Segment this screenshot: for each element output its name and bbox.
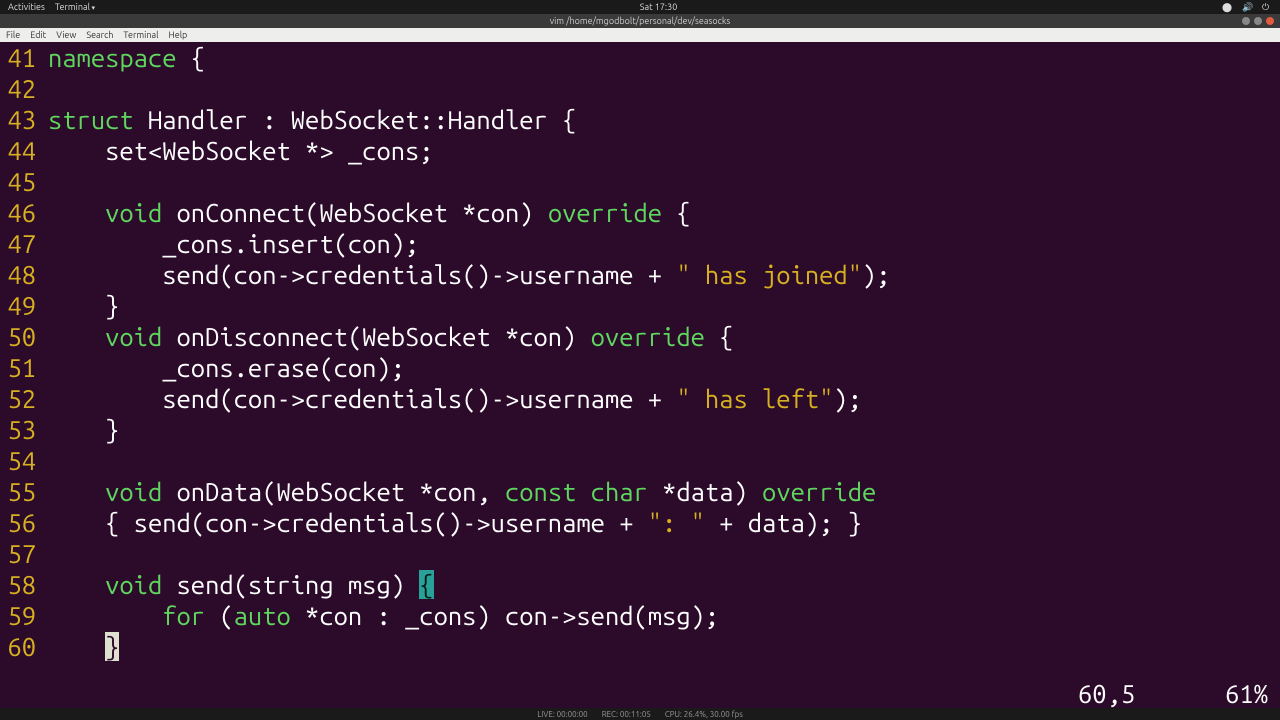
obs-status-bar: LIVE: 00:00:00 REC: 00:11:05 CPU: 26.4%,…	[0, 708, 1280, 720]
live-timer: LIVE: 00:00:00	[537, 710, 588, 719]
line-number: 43	[0, 104, 48, 135]
code-line: 56 { send(con->credentials()->username +…	[0, 507, 1280, 538]
app-menu[interactable]: Terminal	[55, 2, 95, 12]
cpu-fps: CPU: 26.4%, 30.00 fps	[665, 710, 743, 719]
volume-icon: 🔊	[1242, 2, 1252, 12]
code-text: void onDisconnect(WebSocket *con) overri…	[48, 321, 733, 352]
code-line: 43struct Handler : WebSocket::Handler {	[0, 104, 1280, 135]
code-line: 55 void onData(WebSocket *con, const cha…	[0, 476, 1280, 507]
line-number: 49	[0, 290, 48, 321]
window-titlebar: vim /home/mgodbolt/personal/dev/seasocks	[0, 14, 1280, 28]
code-text: void send(string msg) {	[48, 569, 434, 600]
terminal-menubar: File Edit View Search Terminal Help	[0, 28, 1280, 42]
clock[interactable]: Sat 17:30	[95, 2, 1222, 12]
line-number: 44	[0, 135, 48, 166]
line-number: 54	[0, 445, 48, 476]
line-number: 57	[0, 538, 48, 569]
code-line: 45	[0, 166, 1280, 197]
code-line: 41namespace {	[0, 42, 1280, 73]
line-number: 51	[0, 352, 48, 383]
code-text: void onConnect(WebSocket *con) override …	[48, 197, 691, 228]
code-line: 58 void send(string msg) {	[0, 569, 1280, 600]
line-number: 55	[0, 476, 48, 507]
code-line: 49 }	[0, 290, 1280, 321]
code-text: namespace {	[48, 42, 205, 73]
code-text: void onData(WebSocket *con, const char *…	[48, 476, 876, 507]
code-text: set<WebSocket *> _cons;	[48, 135, 434, 166]
code-line: 57	[0, 538, 1280, 569]
maximize-button[interactable]	[1254, 17, 1262, 25]
code-line: 50 void onDisconnect(WebSocket *con) ove…	[0, 321, 1280, 352]
minimize-button[interactable]	[1242, 17, 1250, 25]
menu-search[interactable]: Search	[86, 30, 113, 40]
code-line: 47 _cons.insert(con);	[0, 228, 1280, 259]
vim-ruler: 60,5 61%	[1078, 679, 1268, 708]
code-line: 54	[0, 445, 1280, 476]
menu-terminal[interactable]: Terminal	[123, 30, 158, 40]
line-number: 60	[0, 631, 48, 662]
code-line: 53 }	[0, 414, 1280, 445]
power-icon: ⏻	[1262, 2, 1272, 12]
code-line: 42	[0, 73, 1280, 104]
code-line: 46 void onConnect(WebSocket *con) overri…	[0, 197, 1280, 228]
code-line: 48 send(con->credentials()->username + "…	[0, 259, 1280, 290]
code-text: }	[48, 631, 119, 662]
rec-timer: REC: 00:11:05	[602, 710, 651, 719]
menu-edit[interactable]: Edit	[30, 30, 46, 40]
code-line: 52 send(con->credentials()->username + "…	[0, 383, 1280, 414]
line-number: 58	[0, 569, 48, 600]
vim-editor[interactable]: 41namespace {4243struct Handler : WebSoc…	[0, 42, 1280, 708]
gnome-topbar: Activities Terminal Sat 17:30 ⬤ 🔊 ⏻	[0, 0, 1280, 14]
cursor-position: 60,5	[1078, 679, 1135, 708]
line-number: 53	[0, 414, 48, 445]
code-line: 44 set<WebSocket *> _cons;	[0, 135, 1280, 166]
code-text: _cons.erase(con);	[48, 352, 405, 383]
line-number: 45	[0, 166, 48, 197]
line-number: 50	[0, 321, 48, 352]
line-number: 59	[0, 600, 48, 631]
menu-view[interactable]: View	[56, 30, 76, 40]
window-title: vim /home/mgodbolt/personal/dev/seasocks	[550, 16, 731, 26]
code-line: 60 }	[0, 631, 1280, 662]
code-text: for (auto *con : _cons) con->send(msg);	[48, 600, 719, 631]
menu-file[interactable]: File	[6, 30, 20, 40]
line-number: 56	[0, 507, 48, 538]
activities-button[interactable]: Activities	[8, 2, 45, 12]
line-number: 41	[0, 42, 48, 73]
system-tray[interactable]: ⬤ 🔊 ⏻	[1222, 2, 1272, 12]
code-text: { send(con->credentials()->username + ":…	[48, 507, 862, 538]
line-number: 52	[0, 383, 48, 414]
line-number: 48	[0, 259, 48, 290]
code-text: send(con->credentials()->username + " ha…	[48, 383, 862, 414]
close-button[interactable]	[1266, 17, 1274, 25]
code-text: send(con->credentials()->username + " ha…	[48, 259, 891, 290]
line-number: 46	[0, 197, 48, 228]
code-line: 59 for (auto *con : _cons) con->send(msg…	[0, 600, 1280, 631]
code-text: struct Handler : WebSocket::Handler {	[48, 104, 576, 135]
code-text: _cons.insert(con);	[48, 228, 419, 259]
line-number: 42	[0, 73, 48, 104]
scroll-percent: 61%	[1225, 679, 1268, 708]
menu-help[interactable]: Help	[168, 30, 187, 40]
code-text: }	[48, 414, 119, 445]
code-line: 51 _cons.erase(con);	[0, 352, 1280, 383]
network-icon: ⬤	[1222, 2, 1232, 12]
line-number: 47	[0, 228, 48, 259]
code-text: }	[48, 290, 119, 321]
